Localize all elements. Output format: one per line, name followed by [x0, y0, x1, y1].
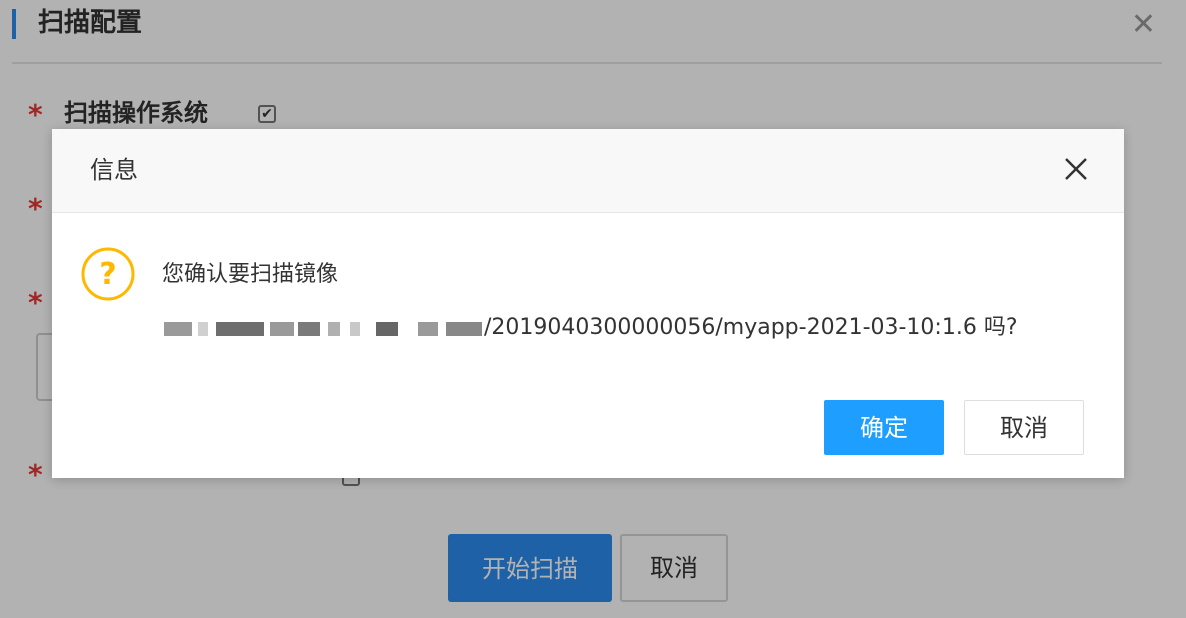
dialog-cancel-button[interactable]: 取消: [964, 400, 1084, 455]
redacted-image-path: [164, 318, 484, 338]
close-icon[interactable]: [1060, 153, 1092, 185]
dialog-message: 您确认要扫描镜像: [162, 262, 339, 287]
dialog-message-path: /2019040300000056/myapp-2021-03-10:1.6 吗…: [484, 315, 1018, 340]
dialog-title: 信息: [90, 156, 138, 184]
question-icon: ?: [81, 247, 135, 301]
dialog-header: 信息: [52, 129, 1124, 213]
confirm-dialog: 信息 ? 您确认要扫描镜像 /2019040300000056/myapp-20…: [52, 129, 1124, 478]
confirm-button[interactable]: 确定: [824, 400, 944, 455]
svg-text:?: ?: [99, 257, 116, 292]
